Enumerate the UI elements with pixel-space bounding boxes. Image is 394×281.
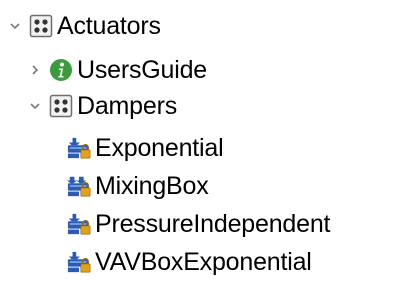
package-icon xyxy=(49,94,73,118)
tree-item-label: MixingBox xyxy=(95,172,209,200)
chevron-down-icon[interactable] xyxy=(8,19,22,33)
model-icon xyxy=(67,212,91,236)
chevron-down-icon[interactable] xyxy=(28,99,42,113)
package-icon xyxy=(29,14,53,38)
chevron-right-icon[interactable] xyxy=(28,63,42,77)
tree-item-dampers[interactable]: Dampers xyxy=(28,87,177,125)
model-icon xyxy=(67,136,91,160)
tree-item-exponential[interactable]: Exponential xyxy=(67,129,224,167)
tree-item-label: Actuators xyxy=(57,12,161,40)
model-icon xyxy=(67,250,91,274)
tree-item-mixingbox[interactable]: MixingBox xyxy=(67,167,209,205)
tree-item-actuators[interactable]: Actuators xyxy=(8,7,161,45)
tree-item-label: Dampers xyxy=(77,92,178,120)
tree-item-vavboxexponential[interactable]: VAVBoxExponential xyxy=(67,243,312,281)
tree-item-label: VAVBoxExponential xyxy=(95,248,312,276)
tree-item-label: Exponential xyxy=(95,134,224,162)
tree-item-label: UsersGuide xyxy=(77,56,207,84)
model-icon xyxy=(67,174,91,198)
tree-item-label: PressureIndependent xyxy=(95,210,331,238)
tree-item-pressureindependent[interactable]: PressureIndependent xyxy=(67,205,330,243)
info-icon xyxy=(49,58,73,82)
tree-item-usersguide[interactable]: UsersGuide xyxy=(28,51,207,89)
package-tree: Actuators UsersGuide Dampers Exponential… xyxy=(0,0,394,277)
